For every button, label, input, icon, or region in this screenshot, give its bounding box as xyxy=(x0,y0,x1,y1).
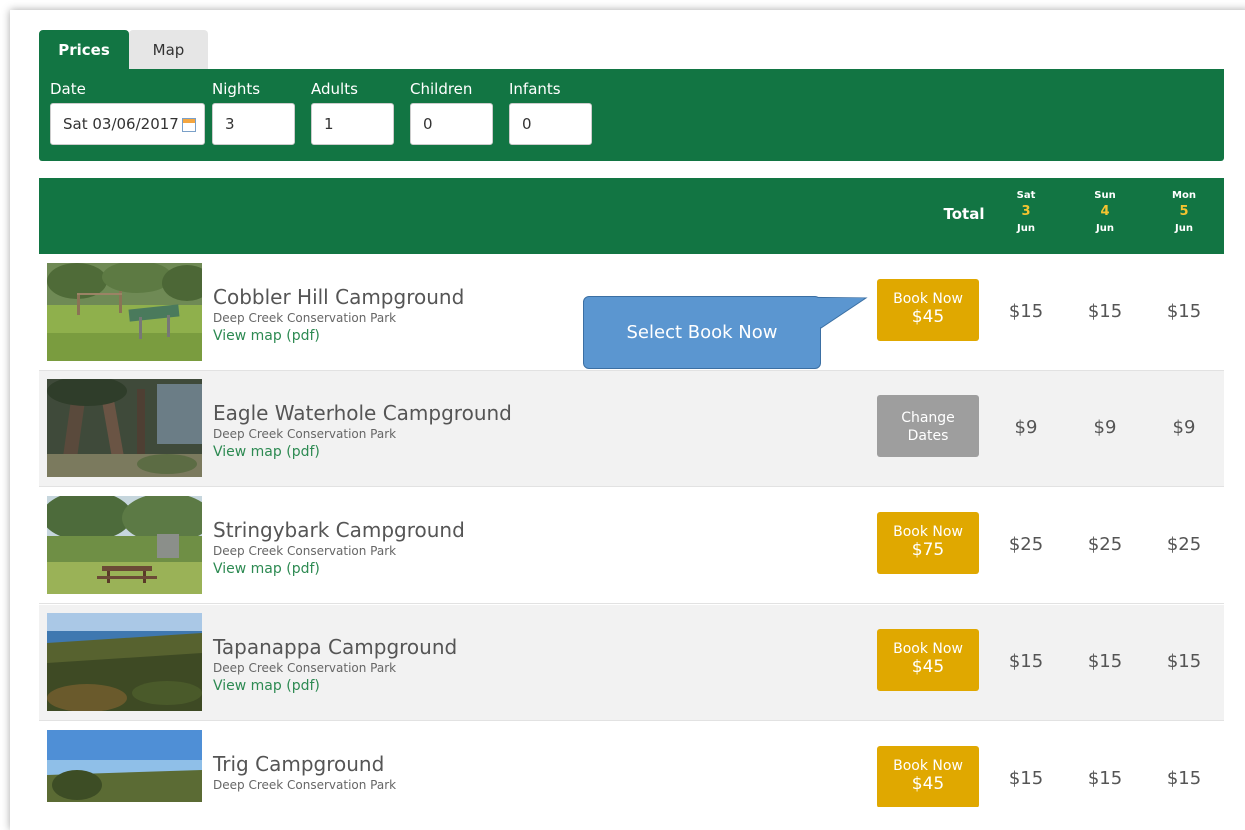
view-map-link[interactable]: View map (pdf) xyxy=(213,678,320,694)
day-of-week: Mon xyxy=(1172,190,1196,201)
park-name: Deep Creek Conservation Park xyxy=(213,778,397,792)
children-label: Children xyxy=(410,80,473,98)
infants-field[interactable]: 0 xyxy=(509,103,592,145)
date-label: Date xyxy=(50,80,86,98)
park-name: Deep Creek Conservation Park xyxy=(213,544,397,558)
campground-name[interactable]: Stringybark Campground xyxy=(213,518,465,542)
book-now-button[interactable]: Book Now $75 xyxy=(877,512,979,574)
nights-value: 3 xyxy=(225,115,235,133)
children-field[interactable]: 0 xyxy=(410,103,493,145)
date-field[interactable]: Sat 03/06/2017 xyxy=(50,103,205,145)
campground-photo xyxy=(47,496,202,594)
book-now-button[interactable]: Book Now $45 xyxy=(877,279,979,341)
book-now-total: $75 xyxy=(911,540,945,560)
campground-row: Stringybark Campground Deep Creek Conser… xyxy=(39,488,1224,604)
book-now-total: $45 xyxy=(911,307,945,327)
day-month: Jun xyxy=(1017,223,1035,234)
nightly-price: $15 xyxy=(1166,768,1202,789)
book-now-total: $45 xyxy=(911,774,945,794)
nightly-price: $15 xyxy=(1008,768,1044,789)
day-number: 3 xyxy=(1021,204,1031,219)
view-map-link[interactable]: View map (pdf) xyxy=(213,328,320,344)
tab-map[interactable]: Map xyxy=(129,30,208,69)
nightly-price: $25 xyxy=(1087,534,1123,555)
nightly-price: $15 xyxy=(1166,651,1202,672)
campground-photo xyxy=(47,613,202,711)
nightly-price: $9 xyxy=(1014,417,1038,438)
campground-row: Eagle Waterhole Campground Deep Creek Co… xyxy=(39,371,1224,487)
campground-photo xyxy=(47,263,202,361)
park-name: Deep Creek Conservation Park xyxy=(213,427,397,441)
campground-name[interactable]: Trig Campground xyxy=(213,752,384,776)
callout-text: Select Book Now xyxy=(626,322,778,343)
campground-name[interactable]: Eagle Waterhole Campground xyxy=(213,401,512,425)
nightly-price: $25 xyxy=(1008,534,1044,555)
change-dates-label-line2: Dates xyxy=(907,428,949,444)
view-map-link[interactable]: View map (pdf) xyxy=(213,444,320,460)
campground-name[interactable]: Cobbler Hill Campground xyxy=(213,285,464,309)
day-month: Jun xyxy=(1096,223,1114,234)
nightly-price: $25 xyxy=(1166,534,1202,555)
park-name: Deep Creek Conservation Park xyxy=(213,661,397,675)
nightly-price: $15 xyxy=(1087,301,1123,322)
tab-prices[interactable]: Prices xyxy=(39,30,129,69)
book-now-button[interactable]: Book Now $45 xyxy=(877,629,979,691)
nightly-price: $15 xyxy=(1087,768,1123,789)
nights-label: Nights xyxy=(212,80,261,98)
campground-name[interactable]: Tapanappa Campground xyxy=(213,635,457,659)
day-of-week: Sat xyxy=(1016,190,1036,201)
infants-label: Infants xyxy=(509,80,561,98)
adults-label: Adults xyxy=(311,80,358,98)
day-number: 4 xyxy=(1100,204,1110,219)
nightly-price: $9 xyxy=(1172,417,1196,438)
day-column-header: Mon 5 Jun xyxy=(1154,190,1214,234)
book-now-label: Book Now xyxy=(893,524,963,540)
children-value: 0 xyxy=(423,115,433,133)
day-column-header: Sat 3 Jun xyxy=(996,190,1056,234)
instruction-callout: Select Book Now xyxy=(583,296,821,369)
nightly-price: $15 xyxy=(1166,301,1202,322)
view-map-link[interactable]: View map (pdf) xyxy=(213,561,320,577)
book-now-total: $45 xyxy=(911,657,945,677)
nightly-price: $15 xyxy=(1008,651,1044,672)
day-number: 5 xyxy=(1179,204,1189,219)
date-value: Sat 03/06/2017 xyxy=(63,115,179,133)
campground-row: Tapanappa Campground Deep Creek Conserva… xyxy=(39,605,1224,721)
results-table-header: Total Sat 3 Jun Sun 4 Jun Mon 5 Jun xyxy=(39,178,1224,254)
adults-field[interactable]: 1 xyxy=(311,103,394,145)
book-now-button[interactable]: Book Now $45 xyxy=(877,746,979,807)
book-now-label: Book Now xyxy=(893,641,963,657)
search-filter-bar: Date Sat 03/06/2017 Nights 3 Adults 1 Ch… xyxy=(39,69,1224,161)
book-now-label: Book Now xyxy=(893,758,963,774)
nightly-price: $15 xyxy=(1087,651,1123,672)
infants-value: 0 xyxy=(522,115,532,133)
nights-field[interactable]: 3 xyxy=(212,103,295,145)
nightly-price: $15 xyxy=(1008,301,1044,322)
campground-photo xyxy=(47,730,202,802)
change-dates-label-line1: Change xyxy=(901,410,955,426)
adults-value: 1 xyxy=(324,115,334,133)
campground-row: Trig Campground Deep Creek Conservation … xyxy=(39,722,1224,807)
day-of-week: Sun xyxy=(1094,190,1116,201)
change-dates-button[interactable]: Change Dates xyxy=(877,395,979,457)
day-column-header: Sun 4 Jun xyxy=(1075,190,1135,234)
campground-photo xyxy=(47,379,202,477)
park-name: Deep Creek Conservation Park xyxy=(213,311,397,325)
nightly-price: $9 xyxy=(1093,417,1117,438)
calendar-icon[interactable] xyxy=(182,118,196,132)
day-month: Jun xyxy=(1175,223,1193,234)
book-now-label: Book Now xyxy=(893,291,963,307)
